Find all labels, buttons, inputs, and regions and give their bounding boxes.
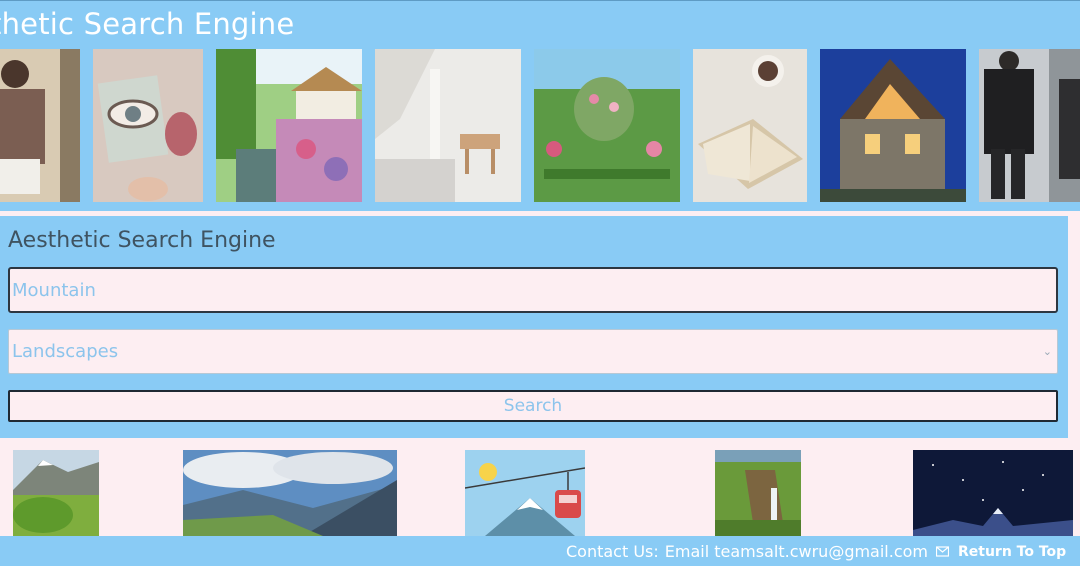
gallery-image-rose-garden[interactable] (534, 49, 680, 202)
contact-email-link[interactable]: Email teamsalt.cwru@gmail.com (665, 542, 928, 561)
chevron-down-icon: ⌄ (1042, 345, 1052, 358)
gallery-image-white-interior[interactable] (375, 49, 521, 202)
gallery-image-cottage-garden[interactable] (216, 49, 362, 202)
contact-label: Contact Us: (566, 542, 659, 561)
result-image-alpine-valley[interactable] (183, 450, 397, 536)
image-gallery (0, 49, 1080, 202)
category-select[interactable]: Landscapes ⌄ (8, 329, 1058, 374)
return-to-top-link[interactable]: Return To Top (958, 544, 1066, 560)
mail-icon (936, 546, 950, 557)
search-heading: Aesthetic Search Engine (8, 228, 276, 253)
result-image-starry-mountain[interactable] (913, 450, 1073, 536)
gallery-image-fashion[interactable] (0, 49, 80, 202)
result-image-grassy-mountain[interactable] (13, 450, 99, 536)
gallery-image-modern-house[interactable] (820, 49, 966, 202)
category-select-value: Landscapes (12, 341, 119, 362)
search-button[interactable]: Search (8, 390, 1058, 422)
contact-info: Contact Us: Email teamsalt.cwru@gmail.co… (566, 542, 950, 561)
gallery-image-open-book[interactable] (693, 49, 807, 202)
gallery-image-menswear[interactable] (979, 49, 1080, 202)
header-banner: thetic Search Engine (0, 0, 1080, 211)
result-image-cable-car[interactable] (465, 450, 585, 536)
search-query-input[interactable] (8, 267, 1058, 313)
gallery-image-eye-painting[interactable] (93, 49, 203, 202)
site-title: thetic Search Engine (0, 7, 295, 41)
result-image-waterfall-cliff[interactable] (715, 450, 801, 536)
